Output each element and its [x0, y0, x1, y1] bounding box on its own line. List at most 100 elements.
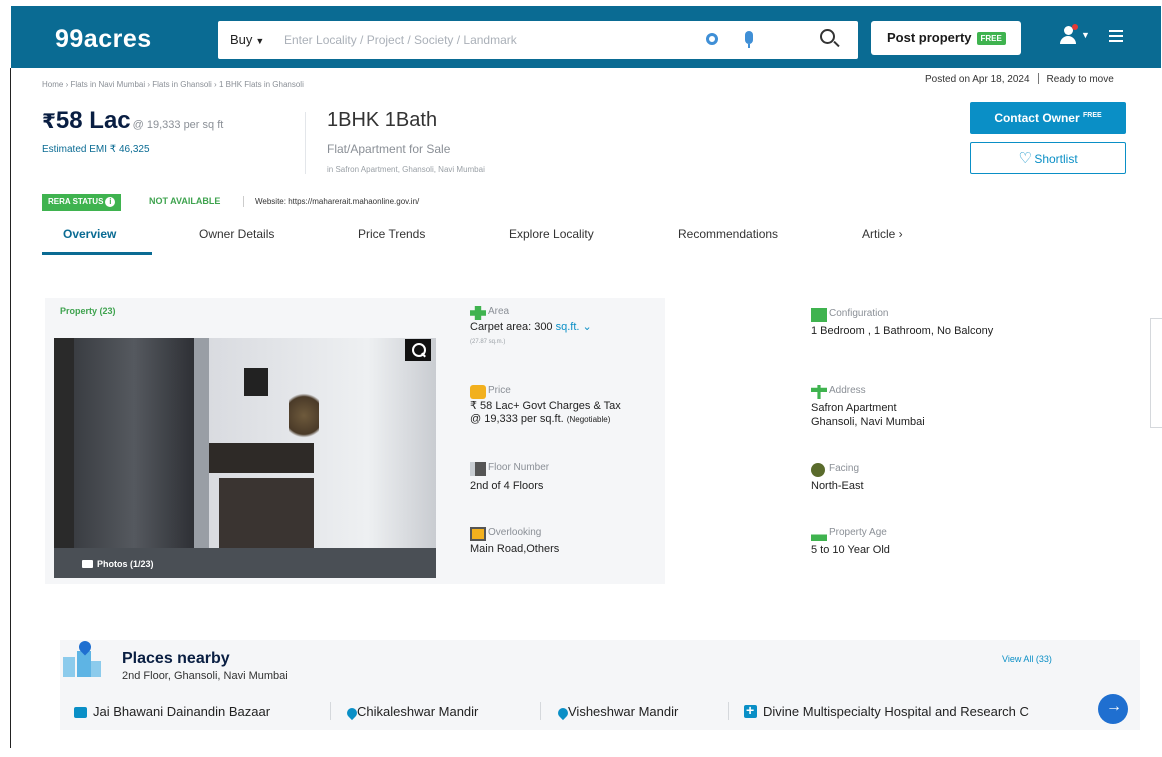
scan-border-line — [10, 68, 11, 748]
bed-icon — [811, 308, 827, 322]
overlooking-label: Overlooking — [488, 527, 542, 538]
next-arrow-button[interactable] — [1098, 694, 1128, 724]
rupee-symbol: ₹ — [42, 111, 56, 133]
top-nav-bar: 99acres Buy▼ Post propertyFREE ▼ — [11, 6, 1161, 68]
section-tabs: Overview Owner Details Price Trends Expl… — [42, 227, 942, 257]
shopping-bag-icon — [74, 707, 87, 718]
building-age-icon — [811, 527, 827, 541]
rera-website: Website: https://maharerait.mahaonline.g… — [255, 197, 420, 206]
compass-icon — [811, 463, 825, 477]
tab-recommendations[interactable]: Recommendations — [678, 227, 778, 241]
tab-owner-details[interactable]: Owner Details — [199, 227, 274, 241]
price-per-sqft: @ 19,333 per sq ft — [132, 119, 224, 131]
search-icon[interactable] — [820, 29, 835, 44]
place-name: Visheshwar Mandir — [568, 704, 679, 719]
tab-price-trends[interactable]: Price Trends — [358, 227, 425, 241]
place-item[interactable]: Divine Multispecialty Hospital and Resea… — [744, 704, 1094, 719]
place-name: Chikaleshwar Mandir — [357, 704, 479, 719]
tab-explore-locality[interactable]: Explore Locality — [509, 227, 594, 241]
zoom-icon[interactable] — [405, 339, 431, 361]
place-name: Divine Multispecialty Hospital and Resea… — [763, 704, 1029, 719]
fact-property-age: Property Age 5 to 10 Year Old — [811, 527, 1111, 567]
floor-value: 2nd of 4 Floors — [470, 480, 544, 492]
fact-overlooking: Overlooking Main Road,Others — [470, 527, 770, 567]
configuration-value: 1 Bedroom , 1 Bathroom, No Balcony — [811, 325, 994, 337]
shortlist-button[interactable]: Shortlist — [970, 142, 1126, 174]
hamburger-menu-icon[interactable] — [1109, 30, 1123, 42]
place-item[interactable]: Chikaleshwar Mandir — [344, 704, 479, 721]
fact-area: Area Carpet area: 300 sq.ft. ⌄ (27.87 sq… — [470, 306, 770, 356]
property-age-label: Property Age — [829, 527, 887, 538]
area-unit-label: sq.ft. — [555, 321, 580, 333]
floor-icon — [470, 462, 486, 476]
heart-icon — [1018, 149, 1031, 167]
photos-count: Photos (1/23) — [97, 559, 154, 569]
possession-status: Ready to move — [1046, 74, 1114, 85]
fact-floor: Floor Number 2nd of 4 Floors — [470, 462, 770, 502]
tab-articles[interactable]: Article › — [862, 227, 903, 241]
fact-price: Price ₹ 58 Lac+ Govt Charges & Tax @ 19,… — [470, 385, 790, 435]
property-photo[interactable] — [54, 338, 436, 578]
divider — [330, 702, 331, 720]
post-property-label: Post property — [887, 30, 972, 45]
floor-label: Floor Number — [488, 462, 550, 473]
microphone-icon[interactable] — [745, 31, 753, 48]
city-pin-icon — [61, 638, 103, 679]
hospital-icon — [744, 704, 757, 718]
price-amount: 58 Lac — [55, 107, 131, 134]
free-badge: FREE — [976, 32, 1006, 46]
search-type-label: Buy — [230, 32, 253, 47]
divider — [243, 196, 244, 207]
site-logo[interactable]: 99acres — [55, 25, 152, 54]
chevron-down-icon[interactable]: ▼ — [1081, 30, 1090, 40]
shortlist-label: Shortlist — [1034, 152, 1078, 166]
price-psf-value: @ 19,333 per sq.ft. — [470, 413, 564, 425]
rera-status-badge: RERA STATUS i — [42, 194, 122, 211]
side-widget-tab[interactable] — [1150, 318, 1162, 428]
chevron-down-icon: ▼ — [255, 36, 265, 46]
emi-link[interactable]: Estimated EMI ₹ 46,325 — [42, 144, 150, 155]
place-item[interactable]: Visheshwar Mandir — [555, 704, 679, 721]
breadcrumb[interactable]: Home › Flats in Navi Mumbai › Flats in G… — [42, 80, 304, 89]
divider — [728, 702, 729, 720]
address-line2: Ghansoli, Navi Mumbai — [811, 416, 925, 428]
signpost-icon — [811, 385, 827, 399]
search-input[interactable] — [284, 30, 684, 50]
overlooking-value: Main Road,Others — [470, 543, 560, 555]
contact-owner-button[interactable]: Contact Owner FREE — [970, 102, 1126, 134]
area-sqm: (27.87 sq.m.) — [470, 339, 506, 345]
window-icon — [470, 527, 486, 541]
facing-label: Facing — [829, 463, 860, 474]
search-bar: Buy ▼ — [218, 21, 858, 59]
carpet-area: Carpet area: 300 — [470, 321, 553, 333]
place-item[interactable]: Jai Bhawani Dainandin Bazaar — [74, 704, 270, 719]
place-name: Jai Bhawani Dainandin Bazaar — [93, 704, 271, 719]
address-label: Address — [829, 385, 866, 396]
camera-icon — [82, 560, 93, 568]
active-tab-indicator — [42, 252, 152, 255]
listing-price: ₹58 Lac @ 19,333 per sq ft — [42, 107, 223, 135]
tab-overview[interactable]: Overview — [63, 227, 116, 241]
property-count: Property (23) — [60, 306, 116, 316]
area-icon — [470, 306, 486, 320]
user-account-icon[interactable] — [1059, 24, 1078, 44]
location-target-icon[interactable] — [706, 33, 718, 45]
divider — [305, 112, 306, 174]
divider — [540, 702, 541, 720]
price-value: ₹ 58 Lac+ Govt Charges & Tax — [470, 400, 621, 412]
rera-badge-label: RERA STATUS — [48, 197, 104, 206]
posted-date: Posted on Apr 18, 2024 — [925, 74, 1030, 85]
photos-count-label[interactable]: Photos (1/23) — [82, 559, 154, 569]
area-label: Area — [488, 306, 510, 317]
rera-status-value: NOT AVAILABLE — [149, 196, 221, 206]
configuration-title: 1BHK 1Bath — [327, 109, 438, 131]
contact-owner-label: Contact Owner — [994, 111, 1080, 125]
search-type-select[interactable]: Buy ▼ — [230, 32, 264, 47]
post-property-button[interactable]: Post property FREE — [871, 21, 1021, 55]
negotiable-tag: (Negotiable) — [566, 415, 611, 424]
price-label: Price — [488, 385, 511, 396]
view-all-places-link[interactable]: View All (33) — [1002, 654, 1052, 664]
area-unit-select[interactable]: sq.ft. ⌄ — [556, 321, 592, 333]
info-icon[interactable]: i — [105, 197, 116, 207]
configuration-label: Configuration — [829, 308, 889, 319]
